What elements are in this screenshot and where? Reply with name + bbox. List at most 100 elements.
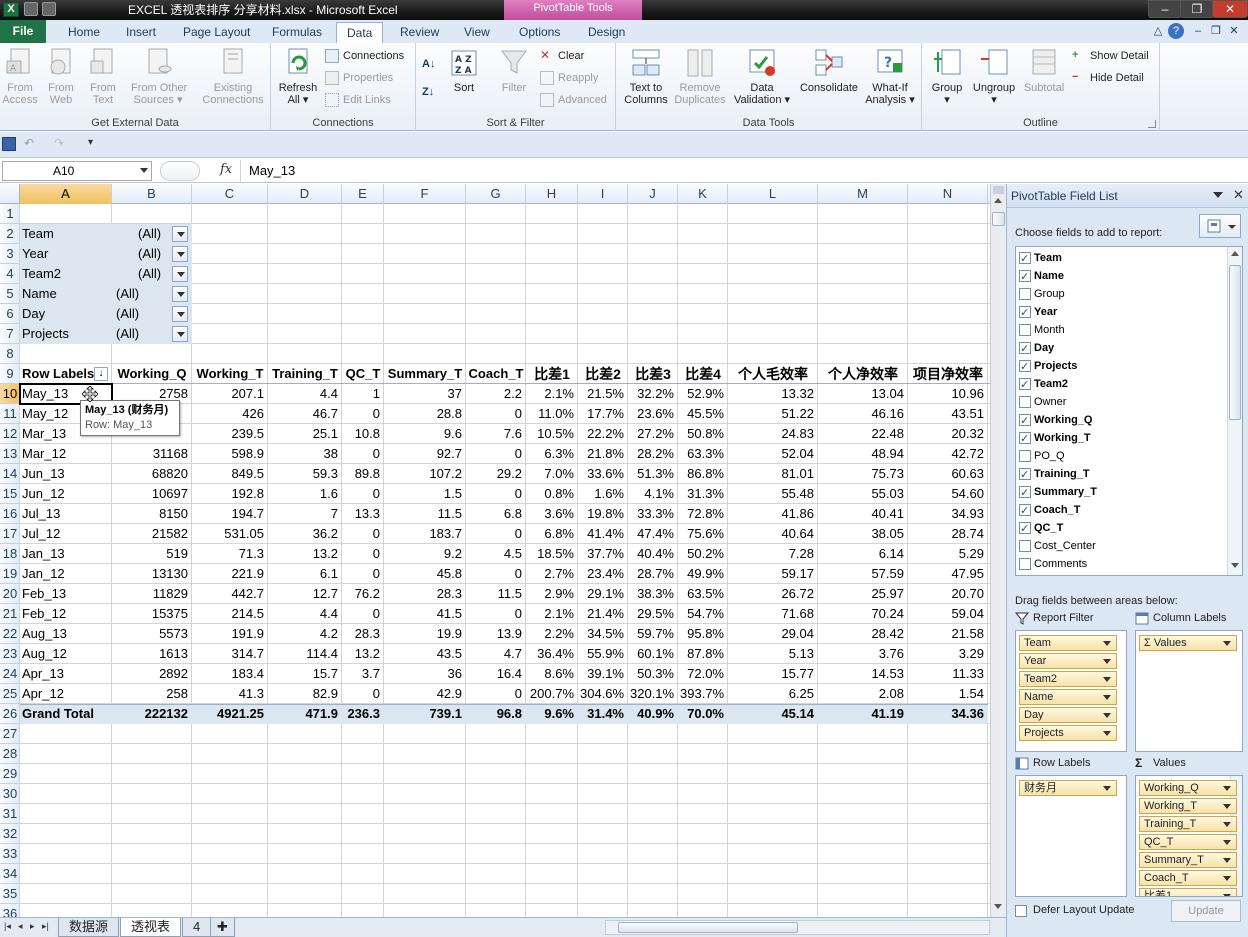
row-label[interactable]: Jun_12 bbox=[20, 484, 112, 504]
advanced-filter-button[interactable]: Advanced bbox=[538, 91, 607, 109]
row-header-34[interactable]: 34 bbox=[0, 864, 20, 884]
filter-field-chip[interactable]: Day bbox=[1019, 707, 1117, 723]
filter-dropdown-icon[interactable] bbox=[172, 266, 188, 282]
tab-insert[interactable]: Insert bbox=[116, 22, 166, 43]
filter-value[interactable]: (All) bbox=[110, 304, 170, 324]
column-header-e[interactable]: E bbox=[342, 184, 384, 204]
pane-close-icon[interactable]: ✕ bbox=[1233, 187, 1244, 203]
from-web-button[interactable]: From Web bbox=[37, 47, 85, 106]
field-checkbox[interactable] bbox=[1019, 396, 1031, 408]
field-checkbox[interactable] bbox=[1019, 430, 1031, 448]
field-checkbox[interactable] bbox=[1019, 484, 1031, 502]
edit-links-button[interactable]: Edit Links bbox=[323, 91, 391, 109]
fl-scroll-down-icon[interactable] bbox=[1231, 563, 1239, 568]
values-area[interactable]: Working_Q Working_T Training_T QC_T Summary_… bbox=[1135, 775, 1243, 897]
properties-button[interactable]: Properties bbox=[323, 69, 393, 87]
filter-value[interactable]: (All) bbox=[110, 324, 170, 344]
row-label[interactable]: Jun_13 bbox=[20, 464, 112, 484]
pane-menu-icon[interactable] bbox=[1213, 192, 1223, 198]
filter-field-chip[interactable]: Projects bbox=[1019, 725, 1117, 741]
sheet-tab-pivot[interactable]: 透视表 bbox=[120, 918, 182, 937]
row-label[interactable]: Apr_12 bbox=[20, 684, 112, 704]
column-header-c[interactable]: C bbox=[192, 184, 268, 204]
field-year[interactable]: Year bbox=[1018, 303, 1057, 322]
row-header-36[interactable]: 36 bbox=[0, 904, 20, 917]
tab-review[interactable]: Review bbox=[390, 22, 449, 43]
field-checkbox[interactable] bbox=[1019, 466, 1031, 484]
field-training_t[interactable]: Training_T bbox=[1018, 465, 1090, 484]
row-label[interactable]: Jul_12 bbox=[20, 524, 112, 544]
insert-sheet-icon[interactable]: ✚ bbox=[210, 918, 235, 937]
vertical-scrollbar[interactable] bbox=[990, 184, 1006, 917]
help-icon[interactable]: ? bbox=[1168, 23, 1184, 39]
wb-close-icon[interactable]: ✕ bbox=[1226, 23, 1242, 39]
outline-launcher-icon[interactable] bbox=[1148, 120, 1156, 128]
row-header-17[interactable]: 17 bbox=[0, 524, 20, 544]
undo-icon[interactable]: ↶ bbox=[24, 137, 38, 151]
column-header-a[interactable]: A bbox=[20, 184, 112, 204]
report-filter-area[interactable]: Team Year Team2 Name Day Projects bbox=[1015, 630, 1127, 752]
filter-dropdown-icon[interactable] bbox=[172, 306, 188, 322]
column-header-i[interactable]: I bbox=[578, 184, 628, 204]
row-header-1[interactable]: 1 bbox=[0, 204, 20, 224]
data-validation-button[interactable]: Data Validation ▾ bbox=[730, 47, 794, 106]
field-po_q[interactable]: PO_Q bbox=[1018, 447, 1065, 465]
row-field-chip[interactable]: 财务月 bbox=[1019, 780, 1117, 796]
row-label[interactable]: Jul_13 bbox=[20, 504, 112, 524]
tab-design[interactable]: Design bbox=[578, 22, 635, 43]
value-field-chip[interactable]: Summary_T bbox=[1139, 852, 1237, 868]
save-icon[interactable] bbox=[2, 137, 16, 151]
field-month[interactable]: Month bbox=[1018, 321, 1065, 339]
field-comments[interactable]: Comments bbox=[1018, 555, 1087, 573]
row-header-21[interactable]: 21 bbox=[0, 604, 20, 624]
row-label[interactable]: Jan_13 bbox=[20, 544, 112, 564]
filter-button[interactable]: Filter bbox=[490, 47, 538, 94]
column-header-b[interactable]: B bbox=[112, 184, 192, 204]
column-header-n[interactable]: N bbox=[908, 184, 988, 204]
prev-sheet-icon[interactable]: ◂ bbox=[18, 921, 23, 932]
filter-dropdown-icon[interactable] bbox=[172, 326, 188, 342]
from-text-button[interactable]: From Text bbox=[79, 47, 127, 106]
defer-checkbox[interactable] bbox=[1015, 905, 1027, 917]
value-field-chip[interactable]: 比差1 bbox=[1139, 888, 1237, 896]
row-header-2[interactable]: 2 bbox=[0, 224, 20, 244]
field-owner[interactable]: Owner bbox=[1018, 393, 1066, 411]
filter-dropdown-icon[interactable] bbox=[172, 226, 188, 242]
row-header-6[interactable]: 6 bbox=[0, 304, 20, 324]
select-all-corner[interactable] bbox=[0, 184, 20, 204]
filter-field-chip[interactable]: Team2 bbox=[1019, 671, 1117, 687]
first-sheet-icon[interactable]: |◂ bbox=[4, 921, 11, 932]
row-header-35[interactable]: 35 bbox=[0, 884, 20, 904]
column-header-m[interactable]: M bbox=[818, 184, 908, 204]
scroll-down-icon[interactable] bbox=[994, 904, 1002, 909]
qat-save-icon[interactable] bbox=[24, 2, 38, 16]
tab-page-layout[interactable]: Page Layout bbox=[173, 22, 260, 43]
row-header-19[interactable]: 19 bbox=[0, 564, 20, 584]
tab-view[interactable]: View bbox=[454, 22, 500, 43]
customize-qat-icon[interactable]: ▾ bbox=[88, 137, 102, 151]
row-header-25[interactable]: 25 bbox=[0, 684, 20, 704]
field-checkbox[interactable] bbox=[1019, 540, 1031, 552]
row-label[interactable]: Feb_13 bbox=[20, 584, 112, 604]
row-header-3[interactable]: 3 bbox=[0, 244, 20, 264]
row-header-8[interactable]: 8 bbox=[0, 344, 20, 364]
row-header-14[interactable]: 14 bbox=[0, 464, 20, 484]
field-checkbox[interactable] bbox=[1019, 358, 1031, 376]
hscroll-thumb[interactable] bbox=[618, 922, 798, 933]
column-header-j[interactable]: J bbox=[628, 184, 678, 204]
next-sheet-icon[interactable]: ▸ bbox=[30, 921, 35, 932]
column-header-f[interactable]: F bbox=[384, 184, 466, 204]
row-header-11[interactable]: 11 bbox=[0, 404, 20, 424]
row-label[interactable]: Aug_12 bbox=[20, 644, 112, 664]
from-other-sources-button[interactable]: From Other Sources ▾ bbox=[131, 47, 187, 106]
sheet-tab-source[interactable]: 数据源 bbox=[58, 918, 120, 937]
row-header-18[interactable]: 18 bbox=[0, 544, 20, 564]
layout-options-button[interactable] bbox=[1199, 214, 1241, 238]
field-qc_t[interactable]: QC_T bbox=[1018, 519, 1063, 538]
scroll-up-icon[interactable] bbox=[994, 198, 1002, 203]
field-cost_center[interactable]: Cost_Center bbox=[1018, 537, 1096, 555]
row-header-7[interactable]: 7 bbox=[0, 324, 20, 344]
column-header-k[interactable]: K bbox=[678, 184, 728, 204]
connections-button[interactable]: Connections bbox=[323, 47, 404, 65]
field-working_q[interactable]: Working_Q bbox=[1018, 411, 1092, 430]
